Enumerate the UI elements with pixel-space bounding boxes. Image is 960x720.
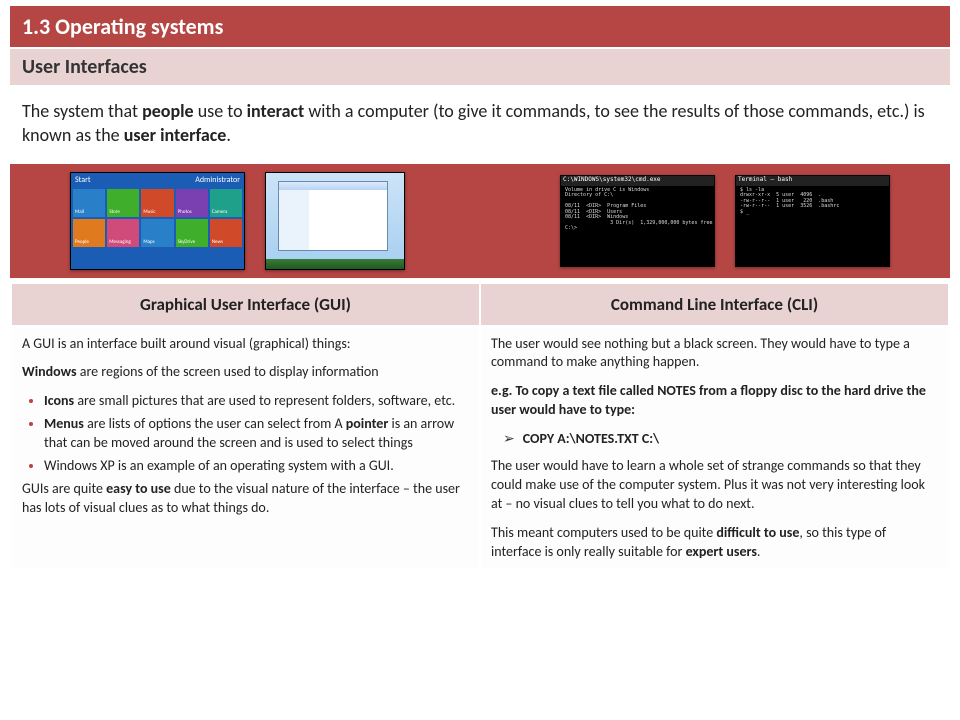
comparison-table: Graphical User Interface (GUI) Command L… [10,282,950,570]
cli-titlebar: C:\WINDOWS\system32\cmd.exe [561,176,714,186]
tile: Store [107,189,139,217]
cli-output: Volume in drive C is Windows Directory o… [565,188,710,232]
gui-bullet-list: Icons are small pictures that are used t… [22,392,469,476]
tile: Messaging [107,219,139,247]
gui-summary: GUIs are quite easy to use due to the vi… [22,480,469,518]
screenshot-command-prompt: C:\WINDOWS\system32\cmd.exe Volume in dr… [560,175,715,267]
explorer-window [278,181,388,251]
term-bold: easy to use [106,480,171,497]
cli-column-header: Command Line Interface (CLI) [480,283,949,326]
cli-cell: The user would see nothing but a black s… [480,326,949,569]
intro-bold: people [142,100,194,122]
gui-windows-def: Windows are regions of the screen used t… [22,363,469,382]
tile: Photos [176,189,208,217]
term-bold: Windows [22,363,77,380]
intro-paragraph: The system that people use to interact w… [10,85,950,158]
intro-text: use to [194,100,247,122]
slide-container: 1.3 Operating systems User Interfaces Th… [0,0,960,570]
term-bold: pointer [346,415,389,432]
tile: Music [141,189,173,217]
body-text: . [757,543,761,560]
gui-cell: A GUI is an interface built around visua… [11,326,480,569]
term-bold: difficult to use [716,524,799,541]
intro-text: . [226,124,231,146]
command-text: COPY A:\NOTES.TXT C:\ [523,430,659,447]
list-item: Menus are lists of options the user can … [44,415,469,453]
tile: Maps [141,219,173,247]
tile: Camera [210,189,242,217]
cli-drawback: The user would have to learn a whole set… [491,457,938,514]
term-bold: e.g. To copy a text file called NOTES fr… [491,382,926,418]
list-item: Icons are small pictures that are used t… [44,392,469,411]
cli-titlebar: Terminal — bash [736,176,889,186]
intro-text: The system that [22,100,142,122]
body-text: are lists of options the user can select… [84,415,346,432]
taskbar [266,259,404,269]
cli-summary: This meant computers used to be quite di… [491,524,938,562]
gui-column-header: Graphical User Interface (GUI) [11,283,480,326]
cli-output: $ ls -la drwxr-xr-x 5 user 4096 . -rw-r-… [740,188,885,216]
tile: News [210,219,242,247]
tile: SkyDrive [176,219,208,247]
user-label: Administrator [195,175,240,185]
term-bold: Icons [44,392,74,409]
comparison-table-wrap: Graphical User Interface (GUI) Command L… [10,282,950,570]
body-text: are regions of the screen used to displa… [77,363,379,380]
term-bold: Menus [44,415,84,432]
list-item: Windows XP is an example of an operating… [44,457,469,476]
image-band: Start Administrator Mail Store Music Pho… [10,164,950,278]
cli-example-label: e.g. To copy a text file called NOTES fr… [491,382,938,420]
start-label: Start [75,175,91,185]
section-subtitle-text: User Interfaces [22,55,147,79]
body-text: Windows XP is an example of an operating… [44,457,394,474]
tile-grid: Mail Store Music Photos Camera People Me… [71,187,244,269]
screenshot-windows8-start: Start Administrator Mail Store Music Pho… [70,172,245,270]
tile: People [73,219,105,247]
intro-bold: user interface [124,124,227,146]
body-text: This meant computers used to be quite [491,524,716,541]
screenshot-windows-vista-desktop [265,172,405,270]
body-text: GUIs are quite [22,480,106,497]
cli-intro: The user would see nothing but a black s… [491,335,938,373]
cli-command-example: COPY A:\NOTES.TXT C:\ [491,430,938,449]
tile: Mail [73,189,105,217]
section-title: 1.3 Operating systems [10,6,950,47]
section-subtitle: User Interfaces [10,47,950,85]
intro-bold: interact [247,100,305,122]
screenshot-terminal: Terminal — bash $ ls -la drwxr-xr-x 5 us… [735,175,890,267]
body-text: are small pictures that are used to repr… [74,392,455,409]
gui-intro: A GUI is an interface built around visua… [22,335,469,354]
term-bold: expert users [686,543,757,560]
section-title-text: 1.3 Operating systems [22,13,223,40]
